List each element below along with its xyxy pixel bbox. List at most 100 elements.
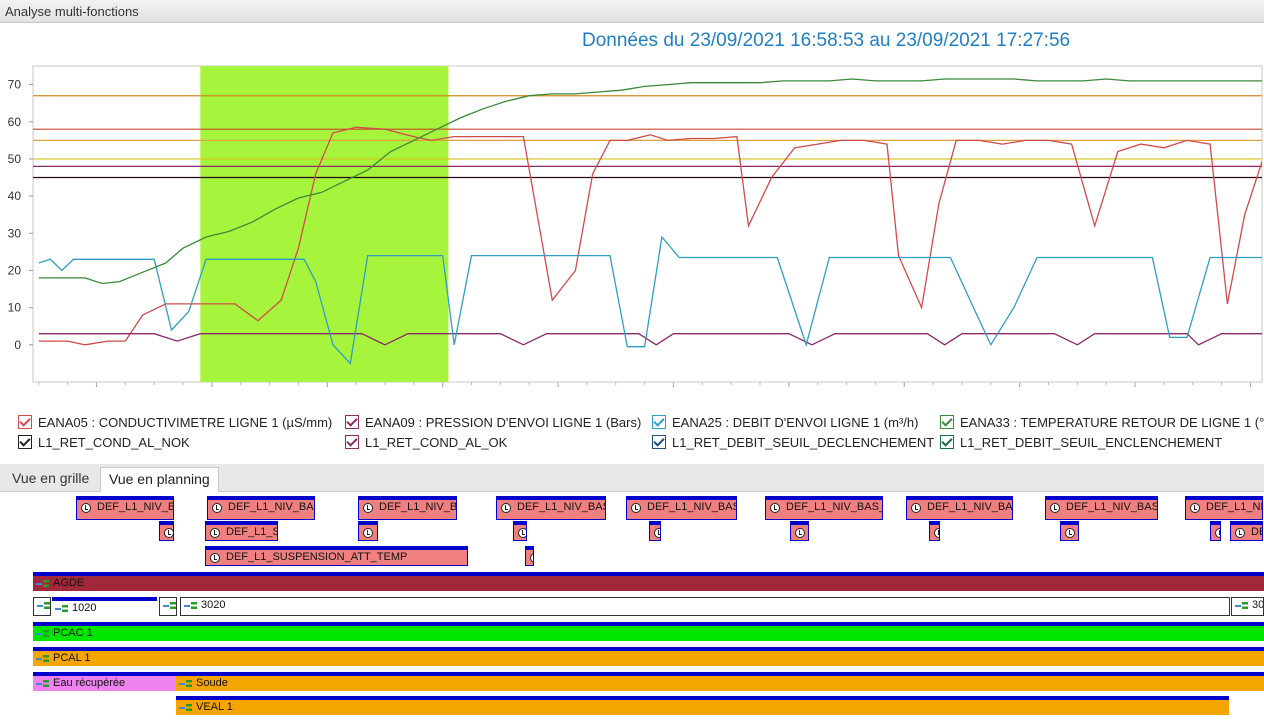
legend-checkbox[interactable] bbox=[652, 415, 666, 429]
clock-icon bbox=[210, 528, 220, 538]
y-tick-label: 70 bbox=[8, 78, 22, 92]
legend-item[interactable]: EANA25 : DEBIT D'ENVOI LIGNE 1 (m³/h) bbox=[652, 413, 918, 431]
event-bar[interactable]: DEF_L1_NIV_BAS_ bbox=[496, 496, 606, 520]
bar-label: PCAL 1 bbox=[53, 652, 91, 664]
highlight-band bbox=[200, 66, 449, 382]
lane-30[interactable]: 30 bbox=[1231, 597, 1264, 616]
legend-checkbox[interactable] bbox=[652, 435, 666, 449]
bar-label: Soude bbox=[196, 677, 228, 689]
bar-label: DEF_L1_NIV_BA bbox=[379, 501, 457, 513]
clock-icon bbox=[501, 503, 511, 513]
bar-label: DE bbox=[1251, 526, 1262, 538]
event-bar[interactable] bbox=[649, 521, 661, 541]
clock-icon bbox=[518, 528, 526, 538]
legend-item[interactable]: L1_RET_COND_AL_NOK bbox=[18, 433, 190, 451]
planning-area: DEF_L1_NIV_BAS DEF_L1_NIV_BAS DEF_L1_NIV_B… bbox=[0, 492, 1264, 721]
lane-1020[interactable]: 1020 bbox=[52, 597, 157, 616]
process-icon bbox=[36, 629, 50, 639]
lane-eau-recuperee[interactable]: Eau récupérée bbox=[33, 672, 176, 691]
bar-label: 30 bbox=[1252, 599, 1264, 611]
y-tick-label: 20 bbox=[8, 263, 22, 277]
bar-label: VEAL 1 bbox=[196, 701, 233, 713]
process-icon bbox=[55, 604, 69, 614]
clock-icon bbox=[363, 528, 373, 538]
process-icon bbox=[163, 601, 176, 611]
clock-icon bbox=[164, 528, 173, 538]
lane-3020[interactable]: 3020 bbox=[180, 597, 1230, 616]
bar-label: DEF_L1_NIV_BAS bbox=[97, 501, 174, 513]
bar-label: DEF_L1_SU bbox=[226, 526, 277, 538]
clock-icon bbox=[363, 503, 373, 513]
line-chart[interactable]: 01020304050607017:0017:0217:0417:0617:08… bbox=[0, 60, 1264, 390]
legend-checkbox[interactable] bbox=[940, 435, 954, 449]
legend-item[interactable]: EANA09 : PRESSION D'ENVOI LIGNE 1 (Bars) bbox=[345, 413, 641, 431]
legend-label: L1_RET_DEBIT_SEUIL_DECLENCHEMENT bbox=[672, 434, 935, 450]
event-bar[interactable]: DEF_L1_NIV_BA bbox=[358, 496, 457, 520]
clock-icon bbox=[1050, 503, 1060, 513]
event-bar[interactable]: DEF_L1_NIV bbox=[1185, 496, 1263, 520]
lane-small[interactable] bbox=[159, 597, 177, 616]
legend-checkbox[interactable] bbox=[18, 415, 32, 429]
bar-label: DEF_L1_NIV_BAS_ bbox=[517, 501, 605, 513]
legend-item[interactable]: L1_RET_DEBIT_SEUIL_DECLENCHEMENT bbox=[652, 433, 934, 451]
event-bar[interactable] bbox=[929, 521, 940, 541]
window-title: Analyse multi-fonctions bbox=[5, 4, 139, 19]
event-bar[interactable] bbox=[159, 521, 174, 541]
bar-label: PCAC 1 bbox=[53, 627, 93, 639]
tab-vue-en-grille[interactable]: Vue en grille bbox=[4, 467, 97, 489]
legend-label: EANA09 : PRESSION D'ENVOI LIGNE 1 (Bars) bbox=[365, 414, 642, 430]
chart-title: Données du 23/09/2021 16:58:53 au 23/09/… bbox=[582, 30, 1071, 51]
event-bar[interactable] bbox=[525, 546, 534, 566]
event-bar[interactable]: DEF_L1_NIV_BAS bbox=[1045, 496, 1158, 520]
y-tick-label: 30 bbox=[8, 226, 22, 240]
lane-soude[interactable]: Soude bbox=[176, 672, 1264, 691]
legend-item[interactable]: L1_RET_DEBIT_SEUIL_ENCLENCHEMENT bbox=[940, 433, 1222, 451]
event-bar[interactable]: DE bbox=[1230, 521, 1263, 541]
lane-veal[interactable]: VEAL 1 bbox=[176, 696, 1229, 715]
lane-pcal[interactable]: PCAL 1 bbox=[33, 647, 1264, 666]
clock-icon bbox=[1215, 528, 1220, 538]
legend-checkbox[interactable] bbox=[18, 435, 32, 449]
window-titlebar: Analyse multi-fonctions bbox=[0, 0, 1264, 23]
bar-label: Eau récupérée bbox=[53, 677, 126, 689]
y-tick-label: 40 bbox=[8, 189, 22, 203]
legend-checkbox[interactable] bbox=[940, 415, 954, 429]
clock-icon bbox=[1235, 528, 1245, 538]
bar-label: DEF_L1_NIV bbox=[1206, 501, 1262, 513]
tab-vue-en-planning[interactable]: Vue en planning bbox=[100, 467, 219, 493]
event-bar[interactable]: DEF_L1_NIV_BAS_E bbox=[765, 496, 883, 520]
lane-1020-start[interactable] bbox=[33, 597, 51, 616]
clock-icon bbox=[631, 503, 641, 513]
event-bar[interactable] bbox=[1060, 521, 1079, 541]
lane-pcac[interactable]: PCAC 1 bbox=[33, 622, 1264, 641]
legend-checkbox[interactable] bbox=[345, 415, 359, 429]
event-bar[interactable]: DEF_L1_SUSPENSION_ATT_TEMP bbox=[205, 546, 468, 566]
clock-icon bbox=[654, 528, 660, 538]
clock-icon bbox=[81, 503, 91, 513]
legend-label: EANA33 : TEMPERATURE RETOUR DE LIGNE 1 (… bbox=[960, 414, 1264, 430]
event-bar[interactable] bbox=[358, 521, 378, 541]
event-bar[interactable]: DEF_L1_NIV_BAS bbox=[207, 496, 315, 520]
event-bar[interactable] bbox=[513, 521, 527, 541]
clock-icon bbox=[1065, 528, 1075, 538]
event-bar[interactable]: DEF_L1_NIV_BAS bbox=[76, 496, 174, 520]
process-icon bbox=[36, 654, 50, 664]
event-bar[interactable]: DEF_L1_SU bbox=[205, 521, 278, 541]
bar-label: DEF_L1_NIV_BAS_E bbox=[786, 501, 883, 513]
bar-label: DEF_L1_NIV_BAS bbox=[1066, 501, 1158, 513]
legend-checkbox[interactable] bbox=[345, 435, 359, 449]
lane-agde[interactable]: AGDE bbox=[33, 572, 1264, 591]
legend-item[interactable]: L1_RET_COND_AL_OK bbox=[345, 433, 507, 451]
event-bar[interactable] bbox=[790, 521, 809, 541]
clock-icon bbox=[212, 503, 222, 513]
legend-item[interactable]: EANA05 : CONDUCTIVIMETRE LIGNE 1 (µS/mm) bbox=[18, 413, 332, 431]
legend-item[interactable]: EANA33 : TEMPERATURE RETOUR DE LIGNE 1 (… bbox=[940, 413, 1264, 431]
bar-label: DEF_L1_NIV_BAS bbox=[228, 501, 315, 513]
bar-label: DEF_L1_NIV_BAS_ bbox=[647, 501, 737, 513]
clock-icon bbox=[911, 503, 921, 513]
event-bar[interactable]: DEF_L1_NIV_BAS_ bbox=[626, 496, 737, 520]
event-bar[interactable] bbox=[1210, 521, 1221, 541]
bar-label: AGDE bbox=[53, 577, 85, 589]
event-bar[interactable]: DEF_L1_NIV_BAS bbox=[906, 496, 1013, 520]
clock-icon bbox=[1190, 503, 1200, 513]
